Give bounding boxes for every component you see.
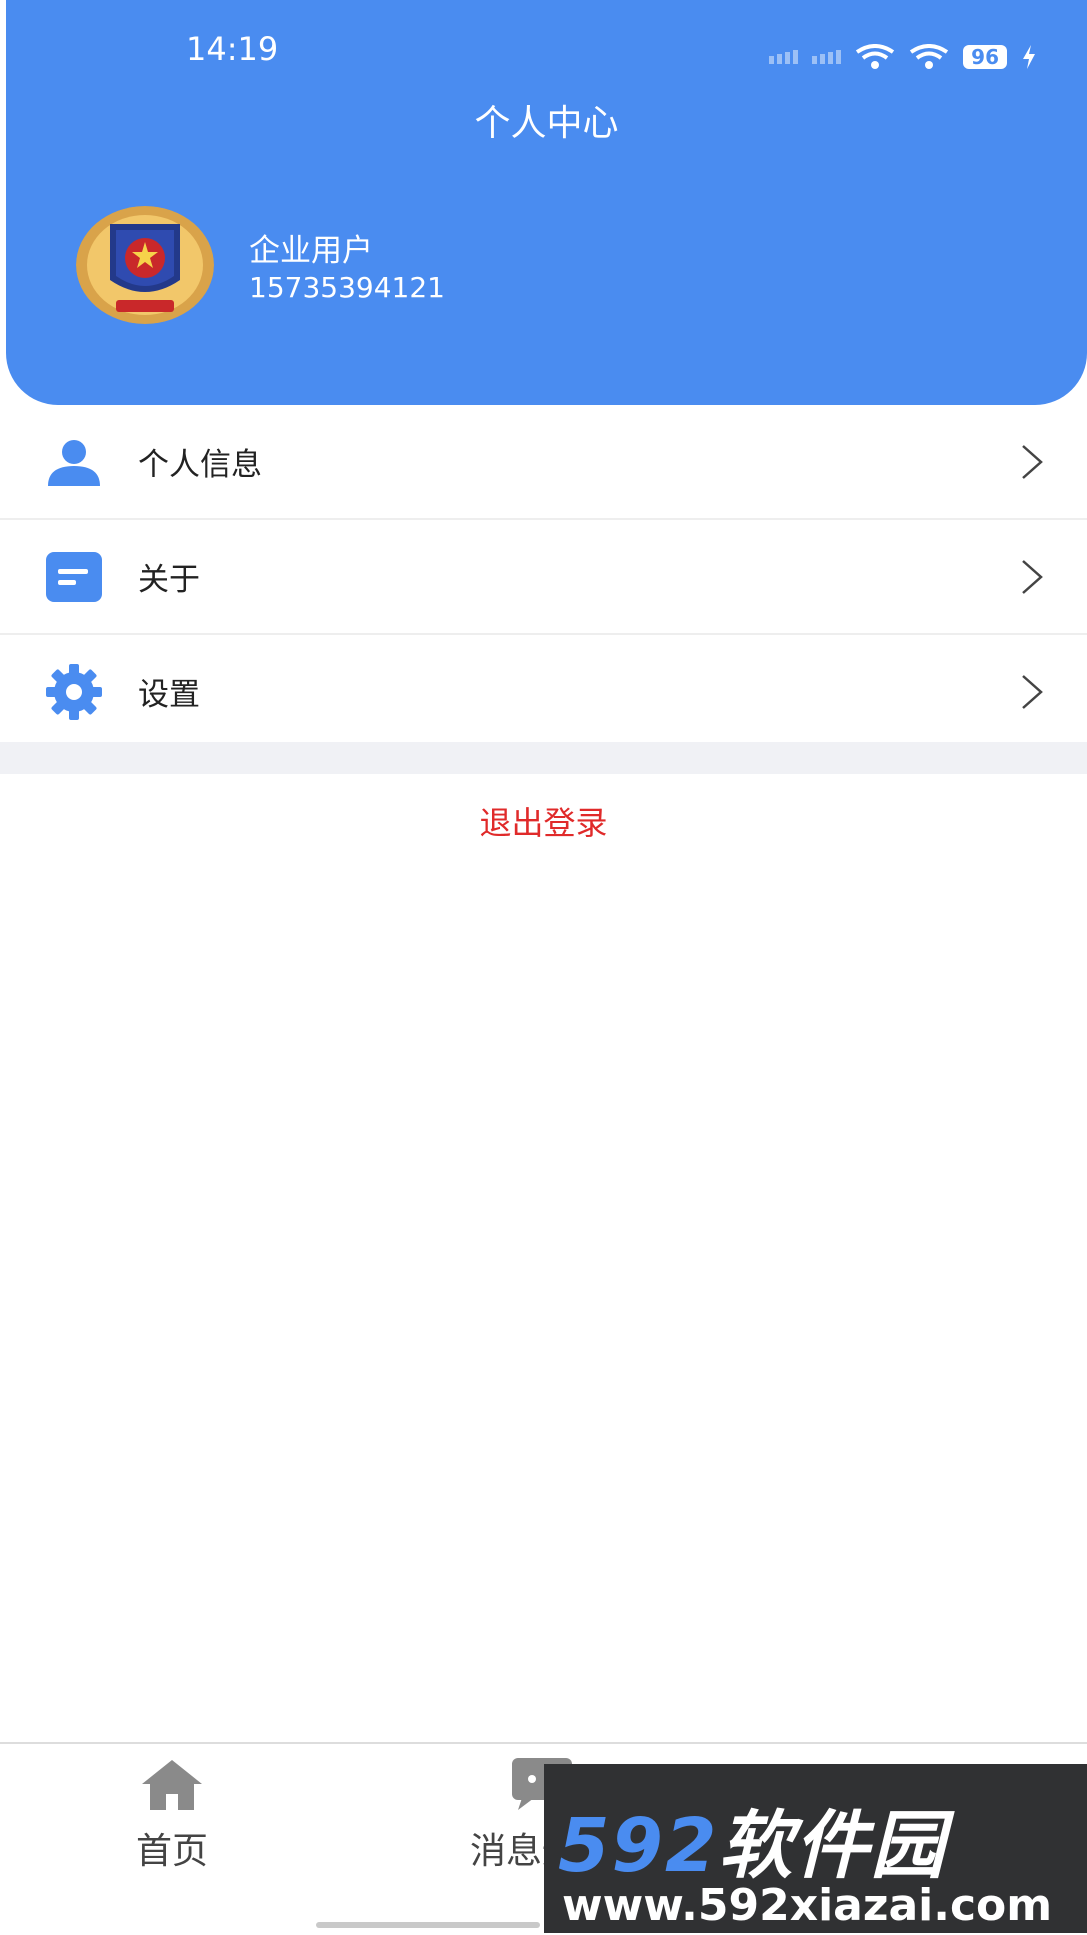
- menu-item-about[interactable]: 关于: [0, 520, 1087, 635]
- user-name: 企业用户: [249, 233, 373, 269]
- charging-icon: [1023, 45, 1035, 69]
- home-icon: [142, 1760, 202, 1810]
- status-icons: 96: [769, 44, 1037, 70]
- menu-item-label: 个人信息: [138, 447, 262, 483]
- signal-icon-2: [812, 50, 842, 64]
- status-time: 14:19: [186, 30, 279, 68]
- avatar[interactable]: [76, 206, 214, 324]
- battery-indicator: 96: [963, 45, 1007, 69]
- section-divider: [0, 742, 1087, 774]
- home-indicator: [316, 1922, 540, 1928]
- watermark-url: www.592xiazai.com: [562, 1880, 1053, 1931]
- chevron-right-icon: [1022, 559, 1043, 594]
- user-phone: 15735394121: [249, 271, 445, 304]
- menu-item-personal-info[interactable]: 个人信息: [0, 405, 1087, 520]
- watermark: 592软件园 www.592xiazai.com: [544, 1764, 1087, 1933]
- logout-button[interactable]: 退出登录: [0, 798, 1087, 844]
- watermark-brand-number: 592: [558, 1803, 719, 1889]
- wifi-icon-2: [910, 44, 949, 69]
- menu-item-settings[interactable]: 设置: [0, 635, 1087, 750]
- menu-list: 个人信息 关于 设置: [0, 405, 1087, 750]
- chevron-right-icon: [1022, 444, 1043, 479]
- watermark-brand: 592软件园: [558, 1786, 946, 1893]
- chevron-right-icon: [1022, 674, 1043, 709]
- menu-item-label: 关于: [138, 562, 200, 598]
- tab-home[interactable]: 首页: [62, 1756, 282, 1874]
- police-badge-icon: [76, 206, 214, 324]
- signal-icon: [769, 50, 799, 64]
- watermark-brand-text: 软件园: [718, 1803, 947, 1889]
- menu-item-label: 设置: [138, 677, 200, 713]
- document-icon: [46, 551, 102, 602]
- tab-label: 首页: [135, 1831, 208, 1872]
- gear-icon: [46, 663, 102, 720]
- user-icon: [48, 439, 100, 486]
- header: 14:19 96 个人中心 企业用户 15735394121: [6, 0, 1087, 405]
- wifi-icon: [856, 44, 895, 69]
- page-title: 个人中心: [474, 103, 619, 144]
